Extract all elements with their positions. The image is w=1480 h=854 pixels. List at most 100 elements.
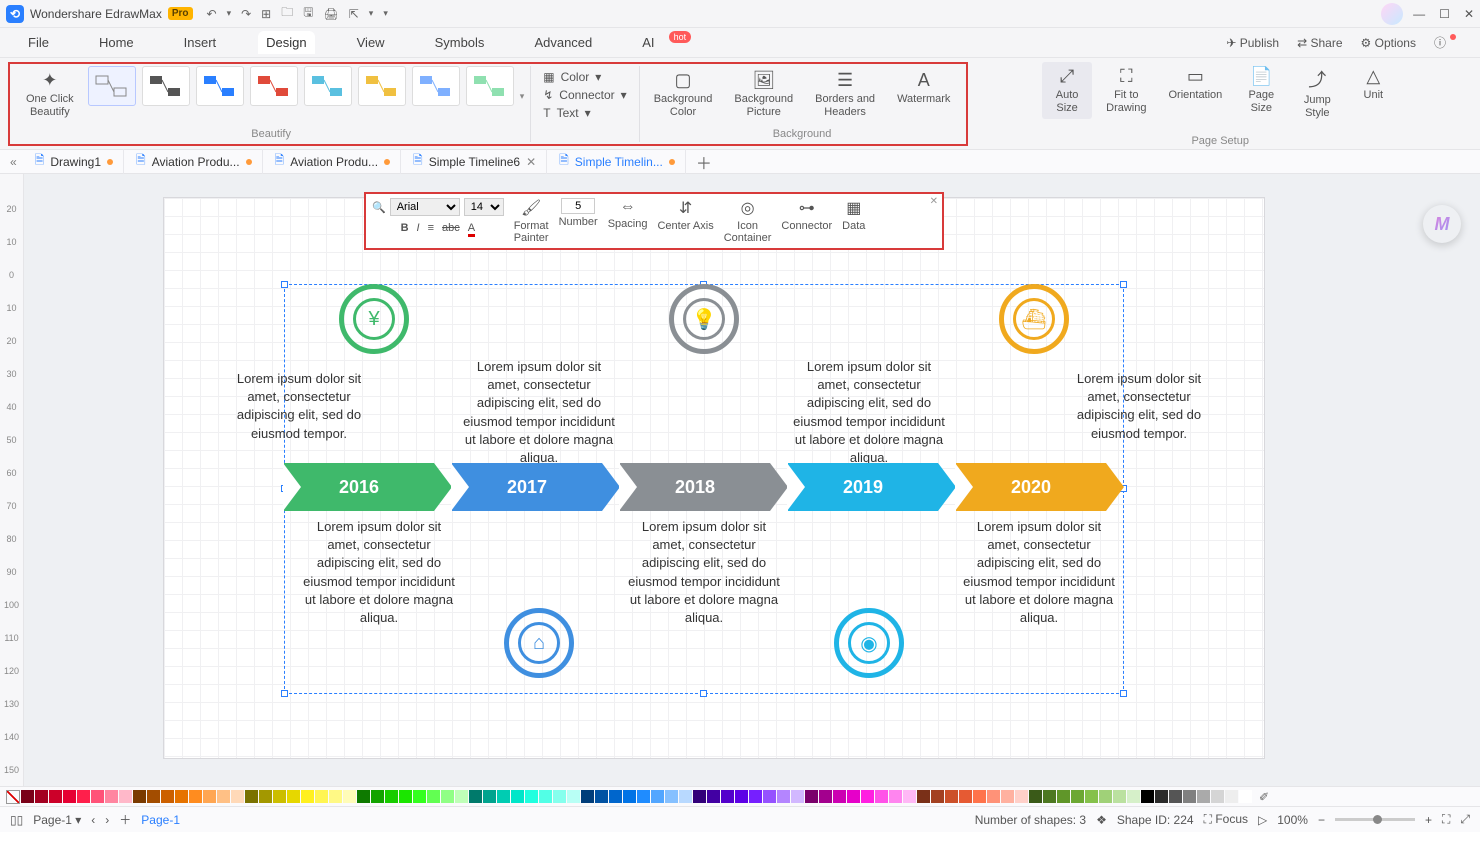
color-swatch[interactable]	[161, 790, 174, 803]
background-color-button[interactable]: ▢Background Color	[646, 66, 721, 123]
publish-button[interactable]: ✈ Publish	[1226, 36, 1279, 50]
drawing-page[interactable]: ✕ 🔍 Arial 14 B I ≡ abc A 🖌Format	[164, 198, 1264, 758]
color-swatch[interactable]	[455, 790, 468, 803]
color-swatch[interactable]	[903, 790, 916, 803]
timeline-text-2018-bot[interactable]: Lorem ipsum dolor sit amet, consectetur …	[624, 518, 784, 627]
zoom-slider[interactable]	[1335, 818, 1415, 821]
timeline-arrow-2020[interactable]: 2020	[956, 463, 1106, 511]
options-button[interactable]: ⚙ Options	[1361, 36, 1416, 50]
page-link[interactable]: Page-1	[141, 813, 180, 827]
color-swatch[interactable]	[973, 790, 986, 803]
color-swatch[interactable]	[399, 790, 412, 803]
orientation-button[interactable]: ▭Orientation	[1160, 62, 1230, 106]
color-swatch[interactable]	[119, 790, 132, 803]
help-icon[interactable]: ⓘ	[1434, 34, 1446, 51]
color-swatch[interactable]	[819, 790, 832, 803]
focus-button[interactable]: ⛶ Focus	[1204, 812, 1248, 827]
color-swatch[interactable]	[245, 790, 258, 803]
redo-icon[interactable]: ↷	[241, 7, 251, 21]
color-swatch[interactable]	[63, 790, 76, 803]
bold-icon[interactable]: B	[401, 222, 409, 237]
borders-headers-button[interactable]: ☰Borders and Headers	[807, 66, 883, 123]
color-swatch[interactable]	[1183, 790, 1196, 803]
color-swatch[interactable]	[665, 790, 678, 803]
menu-ai[interactable]: AI	[634, 31, 662, 54]
layout-icon[interactable]: ▯▯	[10, 813, 23, 827]
color-swatch[interactable]	[847, 790, 860, 803]
font-size-select[interactable]: 14	[464, 198, 504, 216]
color-swatch[interactable]	[707, 790, 720, 803]
color-swatch[interactable]	[1197, 790, 1210, 803]
style-thumb-5[interactable]	[304, 66, 352, 106]
color-swatch[interactable]	[1071, 790, 1084, 803]
tab-close-icon[interactable]: ✕	[526, 155, 536, 169]
style-thumb-2[interactable]	[142, 66, 190, 106]
color-swatch[interactable]	[91, 790, 104, 803]
color-swatch[interactable]	[1141, 790, 1154, 803]
color-swatch[interactable]	[917, 790, 930, 803]
fit-page-icon[interactable]: ⛶	[1442, 812, 1450, 827]
float-close-icon[interactable]: ✕	[930, 196, 938, 207]
style-thumb-6[interactable]	[358, 66, 406, 106]
fullscreen-icon[interactable]: ⤢	[1460, 812, 1470, 827]
italic-icon[interactable]: I	[417, 222, 420, 237]
spacing-button[interactable]: ⇔Spacing	[608, 198, 648, 230]
color-swatch[interactable]	[693, 790, 706, 803]
print-icon[interactable]: 🖨	[323, 7, 338, 21]
user-avatar[interactable]	[1381, 3, 1403, 25]
color-swatch[interactable]	[651, 790, 664, 803]
color-swatch[interactable]	[147, 790, 160, 803]
color-swatch[interactable]	[763, 790, 776, 803]
color-swatch[interactable]	[567, 790, 580, 803]
background-picture-button[interactable]: 🖼Background Picture	[726, 66, 801, 123]
color-swatch[interactable]	[553, 790, 566, 803]
timeline-arrow-2017[interactable]: 2017	[452, 463, 602, 511]
share-button[interactable]: ⇄ Share	[1297, 36, 1342, 50]
color-swatch[interactable]	[791, 790, 804, 803]
new-icon[interactable]: ⊞	[261, 7, 271, 21]
ai-float-button[interactable]: M	[1422, 204, 1462, 244]
page-size-button[interactable]: 📄Page Size	[1236, 62, 1286, 119]
doc-tab-2[interactable]: 🗎Aviation Produ...	[265, 149, 402, 174]
sel-handle[interactable]	[281, 690, 288, 697]
color-swatch[interactable]	[511, 790, 524, 803]
color-swatch[interactable]	[1043, 790, 1056, 803]
zoom-out-icon[interactable]: −	[1318, 813, 1325, 827]
font-select[interactable]: Arial	[390, 198, 460, 216]
color-swatch[interactable]	[959, 790, 972, 803]
color-swatch[interactable]	[273, 790, 286, 803]
color-swatch[interactable]	[805, 790, 818, 803]
qat-more-icon[interactable]: ▾	[383, 8, 388, 19]
connector-menu[interactable]: ↯Connector ▾	[543, 88, 626, 102]
color-swatch[interactable]	[679, 790, 692, 803]
color-swatch[interactable]	[931, 790, 944, 803]
color-swatch[interactable]	[427, 790, 440, 803]
data-button[interactable]: ▦Data	[842, 198, 865, 232]
connector-button[interactable]: ⊶Connector	[781, 198, 832, 232]
timeline-text-2020-bot[interactable]: Lorem ipsum dolor sit amet, consectetur …	[959, 518, 1119, 627]
icon-container-button[interactable]: ◎Icon Container	[724, 198, 772, 244]
color-swatch[interactable]	[175, 790, 188, 803]
timeline-text-2018-top[interactable]: Lorem ipsum dolor sit amet, consectetur …	[789, 358, 949, 467]
color-swatch[interactable]	[1113, 790, 1126, 803]
color-swatch[interactable]	[357, 790, 370, 803]
timeline-icon-2020[interactable]: ⛴	[999, 284, 1069, 354]
color-swatch[interactable]	[259, 790, 272, 803]
color-swatch[interactable]	[1057, 790, 1070, 803]
color-swatch[interactable]	[1015, 790, 1028, 803]
watermark-button[interactable]: AWatermark	[889, 66, 958, 110]
color-swatch[interactable]	[371, 790, 384, 803]
color-swatch[interactable]	[595, 790, 608, 803]
color-swatch[interactable]	[1085, 790, 1098, 803]
style-thumb-3[interactable]	[196, 66, 244, 106]
color-swatch[interactable]	[35, 790, 48, 803]
color-swatch[interactable]	[945, 790, 958, 803]
color-swatch[interactable]	[343, 790, 356, 803]
strike-icon[interactable]: abc	[442, 222, 460, 237]
zoom-in-icon[interactable]: +	[1425, 813, 1432, 827]
open-icon[interactable]: 🗀	[281, 3, 293, 24]
color-swatch[interactable]	[315, 790, 328, 803]
color-swatch[interactable]	[231, 790, 244, 803]
color-swatch[interactable]	[385, 790, 398, 803]
color-swatch[interactable]	[609, 790, 622, 803]
